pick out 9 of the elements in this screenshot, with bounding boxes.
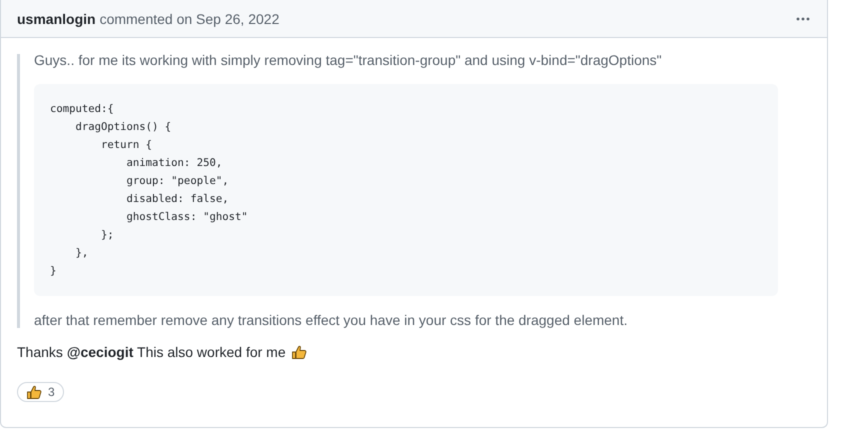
thumbs-up-icon [26,384,42,400]
comment-text: Thanks @ceciogit This also worked for me [17,344,286,360]
author-link[interactable]: usmanlogin [17,10,96,26]
comment-date: commented on Sep 26, 2022 [100,10,280,26]
quote-text: after that remember remove any transitions effect you have in your css for the dragged element. [34,312,628,328]
thumbs-up-icon [290,344,307,360]
quote-text: Guys.. for me its working with simply removing tag="transition-group" and using v-bind="dragOptions" [34,52,663,68]
reaction-button[interactable]: 3 [17,382,64,402]
code-block: computed:{ dragOptions() { return { animation: 250, group: "people", disabled: false, ghostClass: "ghost" }; }, } [34,84,778,296]
